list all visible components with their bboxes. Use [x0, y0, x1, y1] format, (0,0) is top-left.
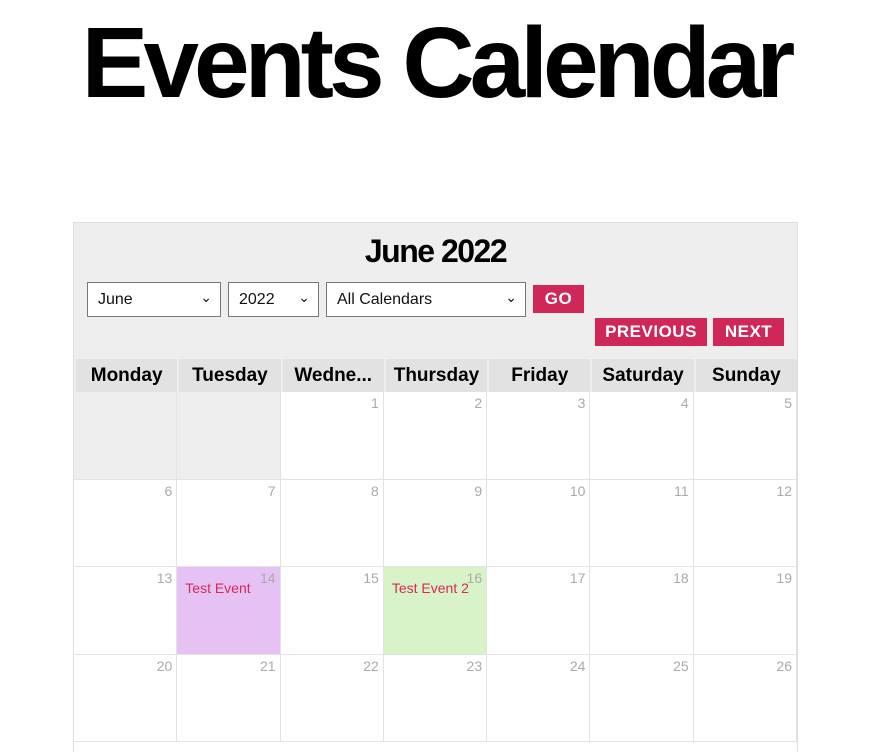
weekday-header: Tuesday — [177, 359, 281, 392]
weekday-header: Saturday — [590, 359, 694, 392]
calendar-select-value: All Calendars — [337, 291, 433, 308]
chevron-down-icon: ⌄ — [298, 289, 310, 305]
day-cell[interactable]: 18 — [590, 567, 694, 655]
weekday-header: Wedne... — [280, 359, 384, 392]
day-cell[interactable]: 16 Test Event 2 — [383, 567, 488, 655]
day-number: 10 — [569, 482, 586, 499]
empty-day-cell — [177, 392, 281, 480]
day-number: 2 — [474, 395, 483, 411]
day-cell[interactable]: 7 — [177, 479, 281, 567]
event-link[interactable]: Test Event — [185, 580, 250, 596]
day-cell[interactable]: 11 — [590, 479, 694, 567]
day-cell[interactable]: 10 — [487, 479, 591, 567]
next-button[interactable]: NEXT — [713, 318, 784, 346]
day-number: 12 — [776, 482, 792, 499]
day-number: 8 — [371, 482, 379, 499]
day-number: 17 — [569, 570, 586, 586]
chevron-down-icon: ⌄ — [200, 289, 212, 305]
day-cell[interactable]: 19 — [693, 567, 797, 655]
year-select[interactable]: 2022 ⌄ — [228, 282, 319, 317]
calendar: June 2022 June ⌄ 2022 ⌄ All Calendars ⌄ GO … — [73, 222, 798, 752]
day-number: 22 — [363, 657, 379, 674]
day-cell[interactable]: 3 — [487, 392, 591, 480]
day-cell[interactable]: 24 — [487, 654, 591, 742]
day-number: 1 — [371, 395, 379, 411]
day-cell[interactable]: 17 — [487, 567, 591, 655]
day-number: 5 — [784, 395, 792, 411]
calendar-header: June 2022 June ⌄ 2022 ⌄ All Calendars ⌄ GO … — [74, 223, 797, 359]
day-number: 3 — [577, 395, 586, 411]
weekday-header: Sunday — [693, 359, 797, 392]
day-cell[interactable]: 9 — [383, 479, 488, 567]
day-number: 24 — [569, 657, 586, 674]
page-title: Events Calendar — [81, 7, 796, 119]
day-cell[interactable]: 21 — [177, 654, 281, 742]
month-title: June 2022 — [364, 233, 508, 269]
day-number: 6 — [164, 482, 173, 499]
day-cell[interactable]: 26 — [693, 654, 797, 742]
empty-day-cell — [74, 392, 178, 480]
weekday-header: Friday — [487, 359, 591, 392]
day-cell[interactable]: 6 — [74, 479, 178, 567]
day-number: 21 — [259, 657, 276, 674]
day-number: 13 — [156, 570, 173, 586]
day-number: 14 — [259, 570, 276, 586]
day-cell[interactable]: 5 — [693, 392, 797, 480]
day-cell[interactable]: 22 — [280, 654, 384, 742]
previous-button[interactable]: PREVIOUS — [595, 318, 707, 346]
day-number: 19 — [776, 570, 792, 586]
day-number: 23 — [466, 657, 483, 674]
month-select-value: June — [98, 291, 133, 308]
day-cell[interactable]: 23 — [383, 654, 488, 742]
day-cell[interactable]: 4 — [590, 392, 694, 480]
day-cell[interactable]: 2 — [383, 392, 488, 480]
day-cell[interactable]: 8 — [280, 479, 384, 567]
go-button[interactable]: GO — [533, 285, 584, 313]
weekday-header: Monday — [74, 359, 178, 392]
day-number: 26 — [776, 657, 792, 674]
calendar-select[interactable]: All Calendars ⌄ — [326, 282, 526, 317]
day-cell[interactable]: 13 — [74, 567, 178, 655]
day-number: 11 — [674, 482, 689, 499]
day-cell[interactable]: 20 — [74, 654, 178, 742]
day-number: 4 — [680, 395, 689, 411]
day-number: 7 — [267, 482, 276, 499]
day-cell[interactable]: 14 Test Event — [177, 567, 281, 655]
year-select-value: 2022 — [239, 291, 275, 308]
day-cell[interactable]: 15 — [280, 567, 384, 655]
day-number: 18 — [673, 570, 689, 586]
day-number: 15 — [363, 570, 379, 586]
day-cell[interactable]: 12 — [693, 479, 797, 567]
day-number: 9 — [474, 482, 483, 499]
chevron-down-icon: ⌄ — [505, 289, 517, 305]
day-number: 25 — [673, 657, 689, 674]
day-cell[interactable]: 25 — [590, 654, 694, 742]
day-number: 20 — [156, 657, 173, 674]
weekday-header: Thursday — [383, 359, 488, 392]
event-link[interactable]: Test Event 2 — [392, 580, 469, 596]
month-select[interactable]: June ⌄ — [87, 282, 221, 317]
day-cell[interactable]: 1 — [280, 392, 384, 480]
